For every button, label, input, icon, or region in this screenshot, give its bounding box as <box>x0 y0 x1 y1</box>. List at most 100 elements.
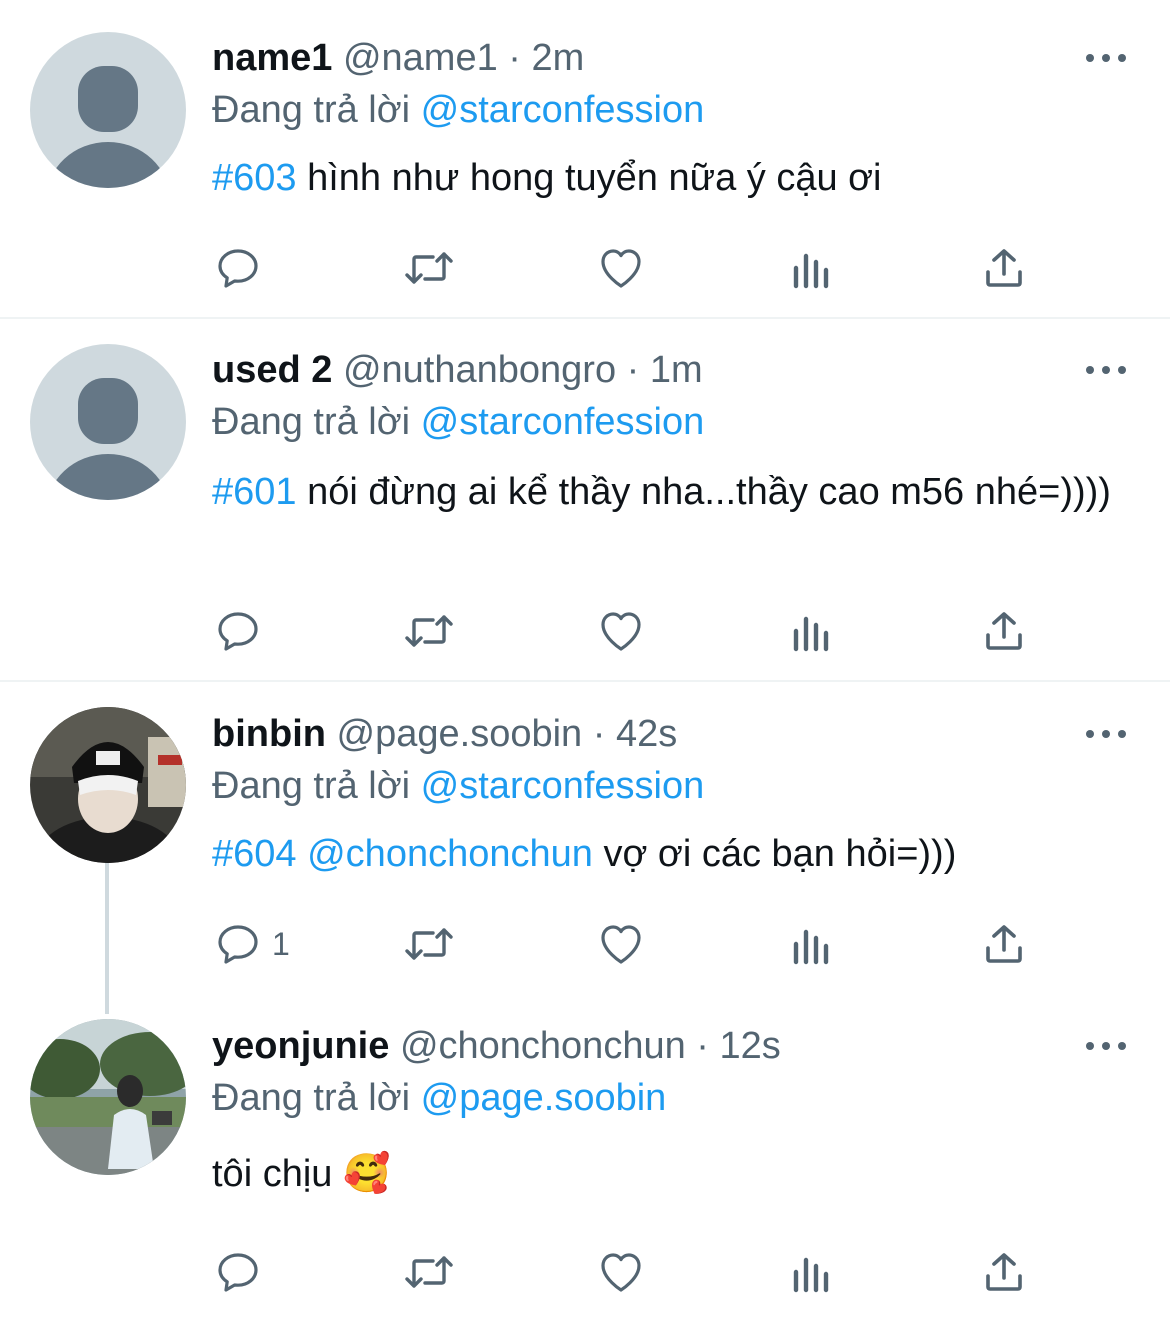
mention[interactable]: @chonchonchun <box>297 833 593 875</box>
replying-prefix: Đang trả lời <box>212 1077 411 1119</box>
retweet-icon <box>405 1256 453 1288</box>
tweet-body: tôi chịu 🥰 <box>212 1153 391 1195</box>
replying-to-mention[interactable]: @starconfession <box>421 89 705 131</box>
display-name[interactable]: name1 <box>212 37 332 79</box>
replying-to: Đang trả lời @page.soobin <box>212 1074 1130 1122</box>
hashtag[interactable]: #601 <box>212 471 297 513</box>
retweet-icon <box>405 252 453 284</box>
more-icon[interactable] <box>1086 722 1126 746</box>
timestamp[interactable]: 1m <box>650 349 703 391</box>
user-handle[interactable]: @page.soobin <box>337 713 583 755</box>
retweet-button[interactable] <box>402 914 456 974</box>
avatar[interactable] <box>30 32 186 188</box>
views-icon <box>793 929 829 965</box>
retweet-button[interactable] <box>402 1242 456 1302</box>
tweet-header: yeonjunie @chonchonchun · 12s <box>212 1022 1130 1070</box>
avatar[interactable] <box>30 344 186 500</box>
views-button[interactable] <box>790 914 834 974</box>
tweet[interactable]: yeonjunie @chonchonchun · 12s Đang trả l… <box>0 1012 1170 1319</box>
share-button[interactable] <box>980 238 1028 298</box>
reply-icon <box>218 249 258 288</box>
separator: · <box>508 37 521 79</box>
like-icon <box>601 925 641 964</box>
views-button[interactable] <box>790 601 834 661</box>
more-icon[interactable] <box>1086 46 1126 70</box>
tweet-text: tôi chịu 🥰 <box>212 1150 1130 1198</box>
replying-prefix: Đang trả lời <box>212 765 411 807</box>
tweet[interactable]: used 2 @nuthanbongro · 1m Đang trả lời @… <box>0 319 1170 681</box>
tweet-body: nói đừng ai kể thầy nha...thầy cao m56 n… <box>296 471 1111 513</box>
timestamp[interactable]: 42s <box>616 713 677 755</box>
timestamp[interactable]: 12s <box>720 1025 781 1067</box>
user-handle[interactable]: @chonchonchun <box>400 1025 686 1067</box>
reply-button[interactable]: 1 <box>214 914 290 974</box>
avatar[interactable] <box>30 1019 186 1175</box>
like-icon <box>601 249 641 288</box>
replying-to-mention[interactable]: @page.soobin <box>421 1077 667 1119</box>
hashtag[interactable]: #603 <box>212 157 297 199</box>
default-avatar-icon <box>30 344 186 500</box>
user-handle[interactable]: @nuthanbongro <box>343 349 616 391</box>
timestamp[interactable]: 2m <box>532 37 585 79</box>
profile-photo <box>30 707 186 863</box>
retweet-icon <box>405 928 453 960</box>
display-name[interactable]: binbin <box>212 713 326 755</box>
views-button[interactable] <box>790 238 834 298</box>
reply-icon <box>218 925 258 964</box>
tweet-text: #604 @chonchonchun vợ ơi các bạn hỏi=))) <box>212 830 1130 878</box>
retweet-icon <box>405 615 453 647</box>
tweet-header: name1 @name1 · 2m <box>212 34 1130 82</box>
tweet[interactable]: binbin @page.soobin · 42s Đang trả lời @… <box>0 682 1170 1012</box>
hashtag[interactable]: #604 <box>212 833 297 875</box>
action-bar <box>0 238 1170 298</box>
views-icon <box>793 616 829 652</box>
like-button[interactable] <box>596 914 646 974</box>
views-icon <box>793 253 829 289</box>
action-bar <box>0 1242 1170 1302</box>
share-button[interactable] <box>980 1242 1028 1302</box>
share-icon <box>986 925 1022 963</box>
more-icon[interactable] <box>1086 1034 1126 1058</box>
replying-to-mention[interactable]: @starconfession <box>421 765 705 807</box>
more-icon[interactable] <box>1086 358 1126 382</box>
like-button[interactable] <box>596 1242 646 1302</box>
separator: · <box>592 713 606 755</box>
like-icon <box>601 612 641 651</box>
reply-count: 1 <box>272 925 290 962</box>
reply-button[interactable] <box>214 1242 272 1302</box>
share-icon <box>986 249 1022 287</box>
avatar[interactable] <box>30 707 186 863</box>
display-name[interactable]: used 2 <box>212 349 332 391</box>
share-button[interactable] <box>980 914 1028 974</box>
reply-icon <box>218 1253 258 1292</box>
replying-to: Đang trả lời @starconfession <box>212 762 1130 810</box>
share-button[interactable] <box>980 601 1028 661</box>
reply-icon <box>218 612 258 651</box>
tweet-text: #601 nói đừng ai kể thầy nha...thầy cao … <box>212 466 1130 518</box>
share-icon <box>986 1253 1022 1291</box>
retweet-button[interactable] <box>402 238 456 298</box>
display-name[interactable]: yeonjunie <box>212 1025 389 1067</box>
views-button[interactable] <box>790 1242 834 1302</box>
reply-button[interactable] <box>214 238 272 298</box>
tweet[interactable]: name1 @name1 · 2m Đang trả lời @starconf… <box>0 0 1170 318</box>
retweet-button[interactable] <box>402 601 456 661</box>
tweet-header: used 2 @nuthanbongro · 1m <box>212 346 1130 394</box>
replying-to-mention[interactable]: @starconfession <box>421 401 705 443</box>
tweet-body: hình như hong tuyển nữa ý cậu ơi <box>296 157 882 199</box>
tweet-text: #603 hình như hong tuyển nữa ý cậu ơi <box>212 154 1130 202</box>
replying-prefix: Đang trả lời <box>212 89 411 131</box>
default-avatar-icon <box>30 32 186 188</box>
profile-photo <box>30 1019 186 1175</box>
action-bar: 1 <box>0 914 1170 974</box>
like-button[interactable] <box>596 238 646 298</box>
replying-prefix: Đang trả lời <box>212 401 411 443</box>
user-handle[interactable]: @name1 <box>343 37 498 79</box>
replying-to: Đang trả lời @starconfession <box>212 398 1130 446</box>
action-bar <box>0 601 1170 661</box>
reply-button[interactable] <box>214 601 272 661</box>
separator: · <box>626 349 640 391</box>
tweet-header: binbin @page.soobin · 42s <box>212 710 1130 758</box>
like-button[interactable] <box>596 601 646 661</box>
tweet-body: vợ ơi các bạn hỏi=))) <box>592 833 957 875</box>
